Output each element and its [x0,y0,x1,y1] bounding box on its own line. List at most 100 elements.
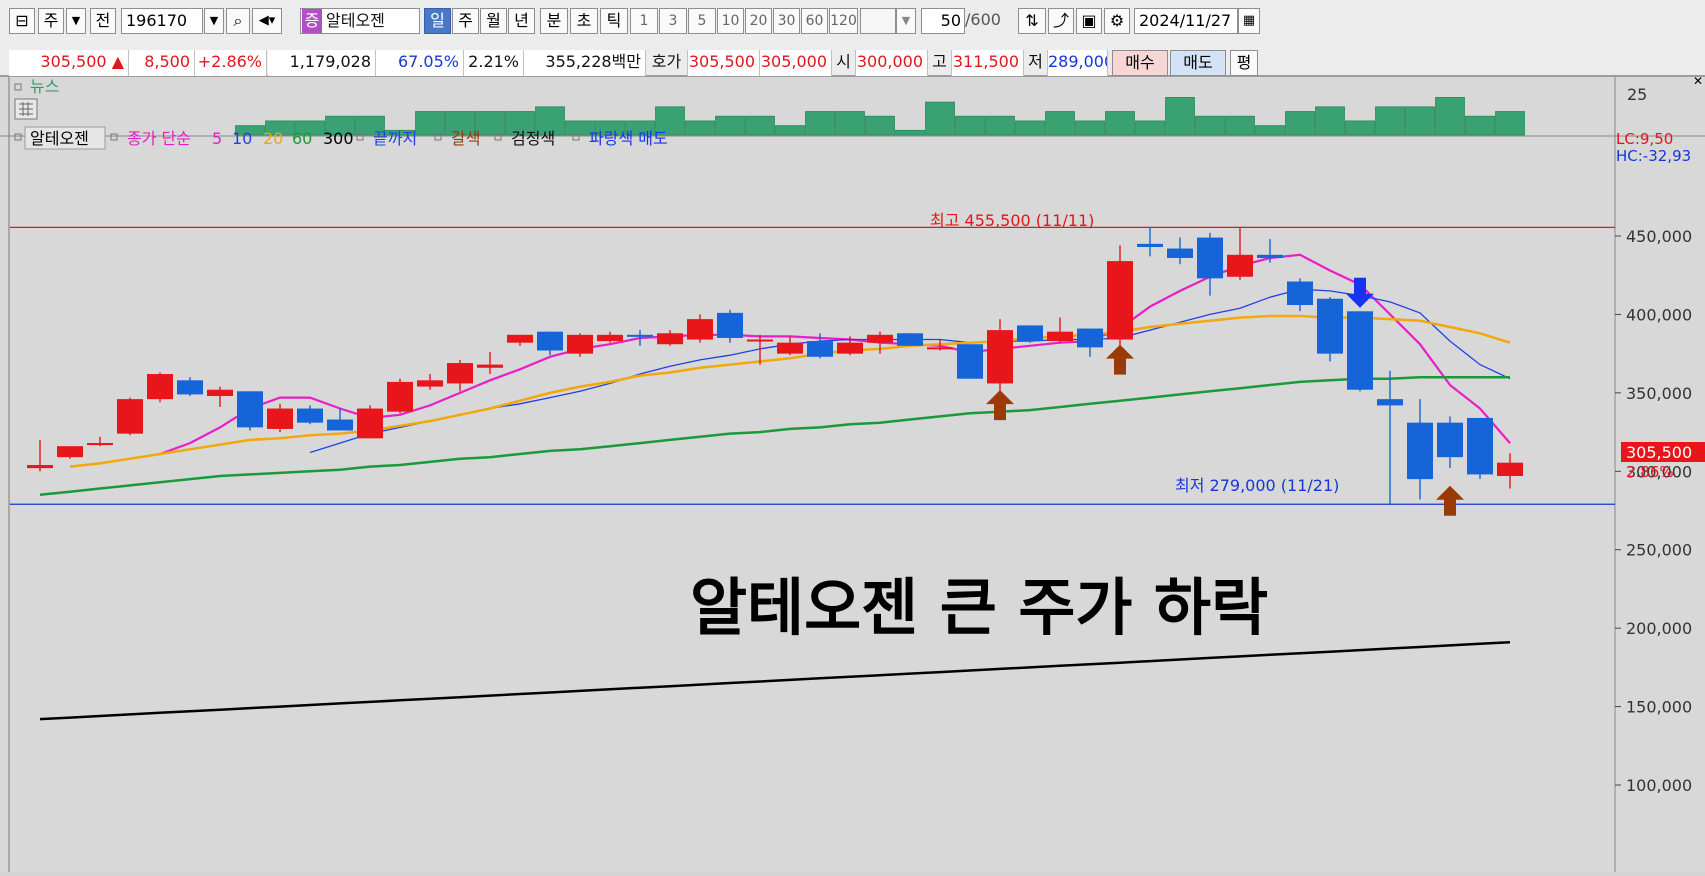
minute-option-60[interactable]: 60 [801,8,828,34]
stock-name: 알테오젠 [326,11,385,30]
candle-body [477,364,503,368]
candle [237,391,263,431]
candle-body [957,344,983,379]
candle [717,309,743,343]
period-2-button[interactable]: 월 [480,8,507,34]
candle-body [717,312,743,338]
candle-body [447,363,473,384]
candle-body [387,381,413,412]
news-bar [1465,115,1495,136]
chart-area[interactable]: 뉴스 25 ✕ 알테오젠 종가 단순 5 10 20 60 300 끝까지 갈색… [0,74,1705,872]
news-bar [835,111,865,136]
news-bar [685,120,715,136]
candle [57,446,83,459]
minute-chevron-icon[interactable]: ▼ [896,8,916,34]
candle-body [1197,237,1223,279]
minute-option-10[interactable]: 10 [717,8,744,34]
period-0-button[interactable]: 일 [424,8,451,34]
y-tick-label: 400,000 [1626,305,1692,324]
news-bar [895,129,925,136]
legend-stock: 알테오젠 [30,129,89,148]
minute-option-20[interactable]: 20 [745,8,772,34]
candle-body [1377,399,1403,406]
news-bar [865,115,895,136]
news-bar [955,115,985,136]
candle-body [927,347,953,350]
ask-price: 305,500 [688,50,760,76]
candle-body [147,374,173,400]
lc-label: LC:9,50 [1616,130,1673,148]
y-tick-label: 150,000 [1626,698,1692,717]
search-icon[interactable]: ⌕ [226,8,250,34]
candle-body [1347,311,1373,390]
candle-type-icon[interactable]: ⇅ [1018,8,1046,34]
interval-2-button[interactable]: 틱 [600,8,628,34]
y-tick-label: 450,000 [1626,227,1692,246]
y-tick-label: 200,000 [1626,619,1692,638]
news-bar [1195,115,1225,136]
news-axis-label: 25 [1627,85,1647,104]
news-bar [1375,106,1405,136]
chevron-down-icon[interactable]: ▼ [66,8,86,34]
toolbar: ⊟ 주 ▼ 전 196170 ▼ ⌕ ◀▾ 증 알테오젠 ▼ 50 /600 ⇅ … [0,0,1705,44]
sell-button[interactable]: 매도 [1170,50,1226,76]
interval-0-button[interactable]: 분 [540,8,568,34]
window-toggle-icon[interactable]: ⊟ [9,8,35,34]
close-panel-icon[interactable]: ✕ [1693,74,1703,88]
candle-body [1137,243,1163,247]
candle-body [597,334,623,342]
low-label: 저 [1024,50,1048,76]
minute-option-30[interactable]: 30 [773,8,800,34]
candle-body [1467,417,1493,475]
news-bar [1345,120,1375,136]
news-bar [1015,120,1045,136]
news-bar [745,115,775,136]
headline: 알테오젠 큰 주가 하락 [690,571,1268,644]
legend-ma-label: 종가 단순 [127,129,191,148]
stock-chart[interactable]: 뉴스 25 ✕ 알테오젠 종가 단순 5 10 20 60 300 끝까지 갈색… [0,74,1705,872]
buy-button[interactable]: 매수 [1112,50,1168,76]
date-input[interactable]: 2024/11/27 [1134,8,1238,34]
candle-body [1497,462,1523,476]
eval-button[interactable]: 평 [1230,50,1258,76]
high-label: 고 [928,50,952,76]
gear-icon[interactable]: ⚙ [1104,8,1130,34]
stock-code-input[interactable]: 196170 [121,8,203,34]
legend-ma20: 20 [263,129,283,148]
news-bar [775,125,805,136]
candle [1017,325,1043,343]
count-input[interactable]: 50 [921,8,965,34]
candle [387,378,413,414]
news-bar [415,111,445,136]
period-3-button[interactable]: 년 [508,8,535,34]
minute-option-1[interactable]: 1 [630,8,658,34]
minute-select[interactable] [860,8,896,34]
open-price: 300,000 [856,50,928,76]
minute-option-120[interactable]: 120 [829,8,858,34]
period-1-button[interactable]: 주 [452,8,479,34]
save-icon[interactable]: ▣ [1076,8,1102,34]
stock-name-field[interactable]: 증 알테오젠 [300,8,420,34]
candle-body [807,341,833,357]
candle-body [507,334,533,343]
line-tool-icon[interactable]: ⤴ [1048,8,1074,34]
stock-badge: 증 [302,9,322,33]
prev-button[interactable]: 전 [90,8,116,34]
news-bar [985,115,1015,136]
news-bar [1135,120,1165,136]
candle-body [1167,248,1193,258]
news-bar [1315,106,1345,136]
candle-body [897,333,923,346]
period-week-button[interactable]: 주 [38,8,64,34]
high-price: 311,500 [952,50,1024,76]
calendar-icon[interactable]: ▦ [1238,8,1260,34]
candle-body [297,408,323,423]
minute-option-5[interactable]: 5 [688,8,716,34]
candle-body [177,380,203,395]
code-dropdown-icon[interactable]: ▼ [204,8,224,34]
minute-option-3[interactable]: 3 [659,8,687,34]
news-bar [1405,106,1435,136]
speaker-icon[interactable]: ◀▾ [252,8,282,34]
candle-body [267,408,293,429]
interval-1-button[interactable]: 초 [570,8,598,34]
